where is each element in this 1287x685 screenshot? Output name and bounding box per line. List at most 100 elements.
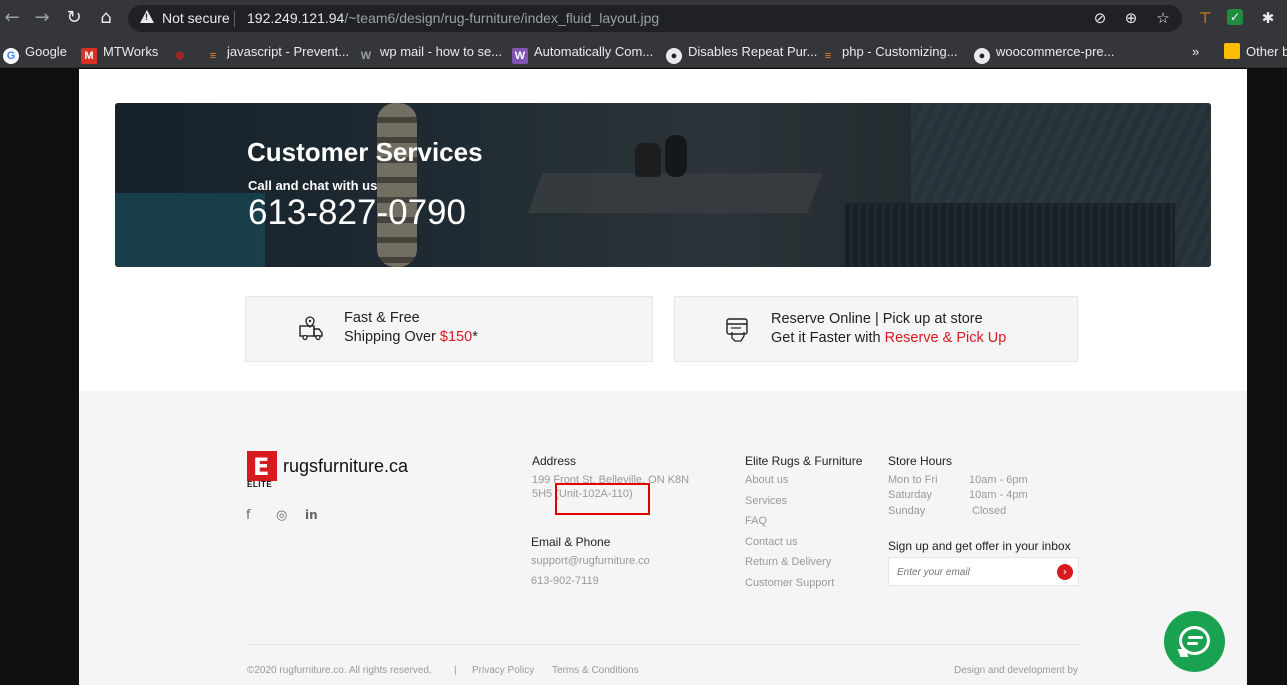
back-icon[interactable]: ← xyxy=(2,8,22,28)
star-icon[interactable]: ☆ xyxy=(1154,9,1172,27)
security-label[interactable]: Not secure xyxy=(162,10,230,26)
logo-mark: E xyxy=(247,451,277,481)
forward-icon[interactable]: → xyxy=(32,8,52,28)
reload-icon[interactable]: ↻ xyxy=(64,8,84,28)
stackoverflow-icon: ≡ xyxy=(824,50,832,62)
bookmark-wpmail[interactable]: Wwp mail - how to se... xyxy=(358,42,502,62)
browser-toolbar: ← → ↻ ⌂ Not secure 192.249.121.94/~team6… xyxy=(0,0,1287,36)
hero-subtitle: Call and chat with us xyxy=(248,178,378,193)
contact-phone[interactable]: 613-902-7119 xyxy=(531,575,599,587)
url-path: /~team6/design/rug-furniture/index_fluid… xyxy=(344,10,660,26)
chat-line xyxy=(1187,642,1198,645)
logo-letter: E xyxy=(253,453,270,481)
footer-link-about[interactable]: About us xyxy=(745,474,788,486)
other-bookmarks-label: Other b xyxy=(1246,44,1287,59)
contact-heading: Email & Phone xyxy=(531,535,611,549)
hero-banner: Customer Services Call and chat with us … xyxy=(115,103,1211,267)
contact-email[interactable]: support@rugfurniture.co xyxy=(531,555,650,567)
shipping-feature: Fast & Free Shipping Over $150* xyxy=(245,296,653,362)
reserve-line2: Get it Faster with Reserve & Pick Up xyxy=(771,330,1006,346)
bookmark-php[interactable]: ≡ php - Customizing... xyxy=(820,42,958,62)
footer-link-returns[interactable]: Return & Delivery xyxy=(745,556,831,568)
bookmark-automatically[interactable]: W Automatically Com... xyxy=(512,42,654,64)
reserve-line1: Reserve Online | Pick up at store xyxy=(771,311,983,327)
reserve-pickup-link[interactable]: Reserve & Pick Up xyxy=(885,330,1007,346)
shipping-threshold: $150 xyxy=(439,329,473,345)
terms-link[interactable]: Terms & Conditions xyxy=(552,665,639,676)
bookmark-woocommerce[interactable]: ● woocommerce-pre... xyxy=(974,42,1115,64)
omnibox-divider xyxy=(234,11,235,27)
bookmark-javascript[interactable]: ≡ javascript - Prevent... xyxy=(205,42,349,62)
bookmark-mtworks[interactable]: M MTWorks xyxy=(81,42,159,64)
extension-check-icon[interactable]: ✓ xyxy=(1227,9,1243,25)
bookmarks-overflow[interactable]: » xyxy=(1192,42,1199,62)
bookmark-disables[interactable]: ● Disables Repeat Pur... xyxy=(666,42,817,64)
address-heading: Address xyxy=(532,454,577,468)
cookie-blocked-icon[interactable]: ⊘ xyxy=(1091,9,1109,27)
hero-phone[interactable]: 613-827-0790 xyxy=(248,193,466,233)
url-text[interactable]: 192.249.121.94/~team6/design/rug-furnitu… xyxy=(247,10,659,26)
newsletter-submit-button[interactable]: › xyxy=(1057,564,1073,580)
shipping-line1: Fast & Free xyxy=(344,310,420,326)
instagram-icon[interactable]: ◎ xyxy=(276,508,287,523)
bookmark-label: javascript - Prevent... xyxy=(227,44,350,59)
footer-link-contact[interactable]: Contact us xyxy=(745,536,798,548)
warning-icon[interactable] xyxy=(140,10,154,23)
linkedin-icon[interactable]: in xyxy=(305,508,318,522)
reserve-prefix: Get it Faster with xyxy=(771,330,885,346)
footer-link-faq[interactable]: FAQ xyxy=(745,515,767,527)
puzzle-icon[interactable]: ✱ xyxy=(1259,9,1277,27)
newsletter-heading: Sign up and get offer in your inbox xyxy=(888,539,1071,553)
zoom-icon[interactable]: ⊕ xyxy=(1122,9,1140,27)
chat-bubble-icon xyxy=(1179,626,1210,655)
folder-icon xyxy=(1224,43,1240,59)
bookmarks-bar: G Google M MTWorks ⊛ ≡ javascript - Prevent… xyxy=(0,36,1287,68)
chat-line xyxy=(1188,636,1203,639)
footer-divider xyxy=(247,644,1079,645)
footer-link-services[interactable]: Services xyxy=(745,495,787,507)
newsletter-email-input[interactable] xyxy=(897,564,1047,580)
facebook-icon[interactable]: f xyxy=(246,508,251,523)
footer-link-support[interactable]: Customer Support xyxy=(745,577,834,589)
logo-wordmark: rugsfurniture.ca xyxy=(283,456,409,476)
logo-elite: ELITE xyxy=(247,480,273,489)
hours-day: Sunday xyxy=(888,505,926,517)
chat-widget-button[interactable] xyxy=(1164,611,1225,672)
hours-day: Saturday xyxy=(888,489,933,501)
stackoverflow-icon: ≡ xyxy=(209,50,217,62)
hours-time: 10am - 6pm xyxy=(969,474,1028,486)
github-icon: ● xyxy=(666,48,682,64)
woo-icon: W xyxy=(512,48,528,64)
privacy-policy-link[interactable]: Privacy Policy xyxy=(472,665,534,676)
annotation-highlight-box xyxy=(555,483,650,515)
reserve-card-icon xyxy=(726,318,748,342)
w3-icon: ⊛ xyxy=(175,50,185,62)
bookmark-w3[interactable]: ⊛ xyxy=(172,42,194,62)
bookmark-label: woocommerce-pre... xyxy=(996,44,1115,59)
footer: E ELITE rugsfurniture.ca f ◎ in Address … xyxy=(79,391,1247,685)
extension-orange-icon[interactable]: ⊤ xyxy=(1196,9,1214,27)
mtworks-icon: M xyxy=(81,48,97,64)
hours-time: Closed xyxy=(972,505,1007,517)
bookmark-label: wp mail - how to se... xyxy=(380,44,503,59)
links-heading: Elite Rugs & Furniture xyxy=(745,454,863,468)
bookmark-google[interactable]: G Google xyxy=(3,42,67,64)
shipping-asterisk: * xyxy=(472,329,478,345)
wordpress-icon: W xyxy=(360,50,372,62)
footer-separator: | xyxy=(454,665,457,676)
bookmark-label: php - Customizing... xyxy=(842,44,958,59)
url-host: 192.249.121.94 xyxy=(247,10,345,26)
bookmark-label: MTWorks xyxy=(103,44,159,59)
bookmark-label: Automatically Com... xyxy=(534,44,654,59)
copyright-text: ©2020 rugfurniture.co. All rights reserv… xyxy=(247,665,432,676)
reserve-feature: Reserve Online | Pick up at store Get it… xyxy=(674,296,1078,362)
google-icon: G xyxy=(3,48,19,64)
shipping-prefix: Shipping Over xyxy=(344,329,440,345)
hours-time: 10am - 4pm xyxy=(969,489,1028,501)
home-icon[interactable]: ⌂ xyxy=(96,8,116,28)
credit-text: Design and development by xyxy=(954,665,1078,676)
hero-title: Customer Services xyxy=(247,137,483,167)
address-bar[interactable]: Not secure 192.249.121.94/~team6/design/… xyxy=(128,5,1182,32)
github-icon: ● xyxy=(974,48,990,64)
other-bookmarks[interactable]: Other b xyxy=(1224,42,1287,62)
